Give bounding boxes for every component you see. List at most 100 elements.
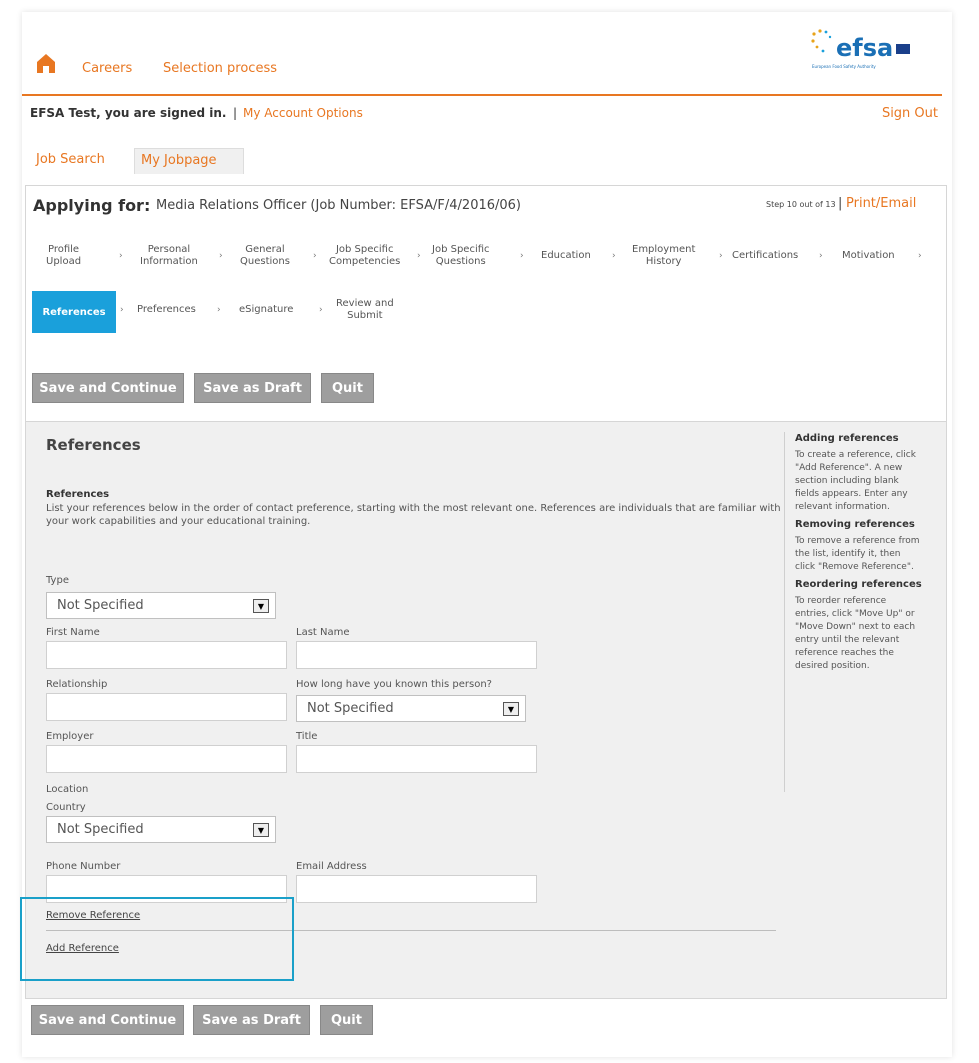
step-separator: › (819, 251, 823, 261)
step-job-specific-competencies[interactable]: Job Specific Competencies (329, 244, 400, 268)
application-box: Applying for: Media Relations Officer (J… (25, 185, 947, 999)
step-separator: › (719, 251, 723, 261)
step-label: Employment (632, 244, 696, 255)
known-duration-label: How long have you known this person? (296, 679, 492, 690)
step-label: Competencies (329, 256, 401, 267)
page-container: Careers Selection process efsa European … (20, 12, 952, 1057)
account-options-link[interactable]: My Account Options (243, 106, 363, 120)
signed-in-text: EFSA Test, you are signed in. (30, 106, 227, 120)
title-input[interactable] (296, 745, 537, 773)
step-separator: › (217, 305, 221, 315)
step-references-active[interactable]: References (32, 291, 116, 333)
step-label: Information (140, 256, 198, 267)
help-reorder-heading: Reordering references (795, 579, 922, 590)
nav-selection-process[interactable]: Selection process (163, 61, 277, 76)
employer-input[interactable] (46, 745, 287, 773)
step-motivation[interactable]: Motivation (842, 250, 895, 262)
step-label: Personal (147, 244, 191, 255)
employer-label: Employer (46, 731, 94, 742)
save-draft-button-top[interactable]: Save as Draft (194, 373, 311, 403)
relationship-input[interactable] (46, 693, 287, 721)
step-label: Education (541, 250, 591, 261)
step-separator: › (612, 251, 616, 261)
country-select[interactable]: Not Specified ▼ (46, 816, 276, 843)
logo-square (896, 44, 910, 54)
email-label: Email Address (296, 861, 367, 872)
quit-button-bottom[interactable]: Quit (320, 1005, 373, 1035)
print-separator: | (838, 196, 843, 211)
chevron-down-icon[interactable]: ▼ (253, 823, 269, 837)
step-label: Questions (240, 256, 290, 267)
type-select-value: Not Specified (57, 598, 144, 613)
step-indicator: Step 10 out of 13 (766, 200, 836, 209)
help-reorder-text: To reorder reference entries, click "Mov… (795, 596, 916, 671)
job-title: Media Relations Officer (Job Number: EFS… (156, 198, 521, 213)
step-label: Upload (46, 256, 82, 267)
header-separator: | (233, 106, 238, 120)
step-preferences[interactable]: Preferences (137, 304, 196, 316)
first-name-input[interactable] (46, 641, 287, 669)
applying-for-label: Applying for: (33, 196, 151, 215)
step-profile-upload[interactable]: Profile Upload (46, 244, 81, 268)
help-removing-heading: Removing references (795, 519, 915, 530)
logo-subtext: European Food Safety Authority (812, 64, 876, 69)
quit-button-top[interactable]: Quit (321, 373, 374, 403)
step-separator: › (313, 251, 317, 261)
step-label: Job Specific (335, 244, 394, 255)
help-adding-text: To create a reference, click "Add Refere… (795, 450, 916, 512)
save-continue-button-bottom[interactable]: Save and Continue (31, 1005, 184, 1035)
step-label: Motivation (842, 250, 895, 261)
step-separator: › (520, 251, 524, 261)
sign-out-link[interactable]: Sign Out (882, 106, 938, 121)
last-name-label: Last Name (296, 627, 350, 638)
help-adding-heading: Adding references (795, 433, 899, 444)
help-removing-text: To remove a reference from the list, ide… (795, 536, 920, 572)
efsa-logo[interactable]: efsa European Food Safety Authority (808, 28, 928, 78)
step-separator: › (918, 251, 922, 261)
print-email-link[interactable]: Print/Email (846, 196, 916, 211)
type-label: Type (46, 575, 69, 586)
location-label: Location (46, 784, 89, 795)
save-continue-button-top[interactable]: Save and Continue (32, 373, 184, 403)
step-education[interactable]: Education (541, 250, 591, 262)
country-select-value: Not Specified (57, 822, 144, 837)
section-description: List your references below in the order … (46, 503, 781, 527)
chevron-down-icon[interactable]: ▼ (253, 599, 269, 613)
step-separator: › (120, 305, 124, 315)
known-duration-select[interactable]: Not Specified ▼ (296, 695, 526, 722)
logo-text: efsa (836, 34, 894, 62)
highlight-box (20, 897, 294, 981)
country-label: Country (46, 802, 86, 813)
step-review-submit[interactable]: Review and Submit (336, 298, 394, 322)
last-name-input[interactable] (296, 641, 537, 669)
step-general-questions[interactable]: General Questions (240, 244, 290, 268)
chevron-down-icon[interactable]: ▼ (503, 702, 519, 716)
email-input[interactable] (296, 875, 537, 903)
step-separator: › (417, 251, 421, 261)
section-subtitle: References (46, 489, 110, 500)
step-personal-information[interactable]: Personal Information (140, 244, 198, 268)
step-label: Review and (336, 298, 394, 309)
step-label: General (245, 244, 285, 255)
step-label: Submit (347, 310, 383, 321)
step-label: eSignature (239, 304, 294, 315)
first-name-label: First Name (46, 627, 100, 638)
save-draft-button-bottom[interactable]: Save as Draft (193, 1005, 310, 1035)
home-icon[interactable] (35, 52, 57, 74)
tab-job-search[interactable]: Job Search (30, 148, 111, 174)
help-sidebar: Adding references To create a reference,… (795, 432, 922, 673)
step-label: History (645, 256, 682, 267)
step-certifications[interactable]: Certifications (732, 250, 798, 262)
known-duration-value: Not Specified (307, 701, 394, 716)
step-job-specific-questions[interactable]: Job Specific Questions (432, 244, 490, 268)
step-employment-history[interactable]: Employment History (632, 244, 695, 268)
step-label: Job Specific (432, 244, 490, 255)
step-label: Preferences (137, 304, 196, 315)
step-separator: › (119, 251, 123, 261)
tab-my-jobpage[interactable]: My Jobpage (134, 148, 244, 174)
step-label: Certifications (732, 250, 799, 261)
step-esignature[interactable]: eSignature (239, 304, 293, 316)
nav-careers[interactable]: Careers (82, 61, 132, 76)
type-select[interactable]: Not Specified ▼ (46, 592, 276, 619)
step-separator: › (219, 251, 223, 261)
